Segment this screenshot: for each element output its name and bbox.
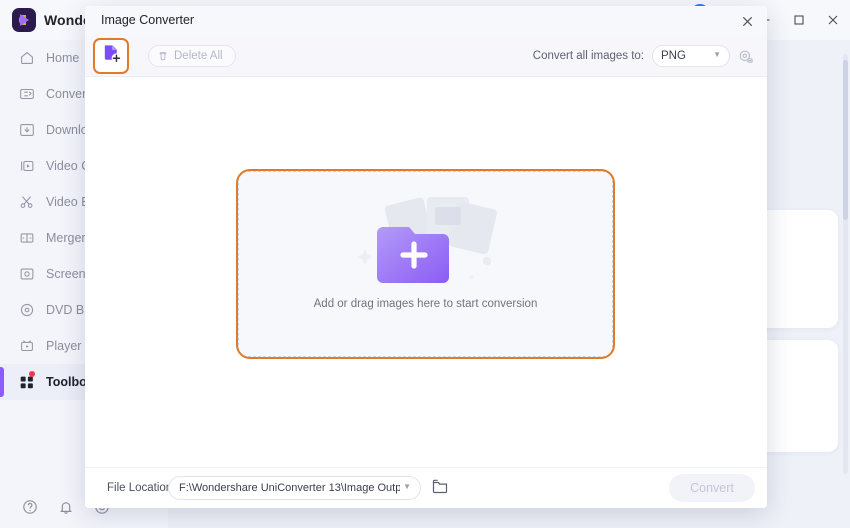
file-location-select[interactable]: F:\Wondershare UniConverter 13\Image Out… — [168, 476, 421, 500]
scissors-icon — [18, 193, 36, 211]
window-maximize-button[interactable] — [782, 0, 816, 40]
file-location-value: F:\Wondershare UniConverter 13\Image Out… — [179, 482, 400, 494]
add-file-button[interactable] — [93, 38, 129, 74]
folder-icon — [431, 477, 451, 495]
dialog-title: Image Converter — [101, 13, 195, 27]
delete-all-label: Delete All — [174, 50, 223, 62]
trash-icon — [157, 50, 169, 62]
output-format-value: PNG — [661, 50, 686, 62]
download-icon — [18, 121, 36, 139]
image-dropzone[interactable]: Add or drag images here to start convers… — [238, 171, 613, 357]
convert-button-label: Convert — [690, 481, 734, 495]
settings-gear-icon[interactable] — [738, 49, 753, 64]
delete-all-button[interactable]: Delete All — [148, 45, 236, 67]
folder-plus-icon — [239, 194, 612, 284]
browse-folder-button[interactable] — [431, 477, 451, 497]
bell-icon[interactable] — [58, 499, 74, 515]
converter-icon — [18, 85, 36, 103]
sidebar-item-label: Player — [46, 339, 82, 353]
add-file-icon — [101, 43, 122, 69]
dialog-toolbar: Delete All Convert all images to: PNG ▼ — [85, 36, 767, 77]
toolbox-badge-dot — [29, 371, 35, 377]
output-format-select[interactable]: PNG ▼ — [652, 45, 730, 67]
page-scrollbar-thumb[interactable] — [843, 60, 848, 220]
dialog-footer: File Location: F:\Wondershare UniConvert… — [85, 467, 767, 508]
chevron-down-icon: ▼ — [403, 482, 411, 491]
sidebar-item-label: Merger — [46, 231, 86, 245]
dialog-header: Image Converter — [85, 6, 767, 36]
dialog-body: Add or drag images here to start convers… — [85, 77, 767, 467]
window-close-button[interactable] — [816, 0, 850, 40]
convert-button[interactable]: Convert — [669, 474, 755, 502]
wondershare-logo-icon — [12, 8, 36, 32]
image-converter-dialog: Image Converter Delete All Convert all i… — [85, 6, 767, 508]
file-location-label: File Location: — [107, 482, 176, 494]
video-compress-icon — [18, 157, 36, 175]
disc-icon — [18, 301, 36, 319]
close-icon[interactable] — [733, 8, 761, 34]
sidebar-item-label: Home — [46, 51, 80, 65]
convert-all-label: Convert all images to: — [532, 50, 644, 62]
screen-record-icon — [18, 265, 36, 283]
convert-all-to-row: Convert all images to: PNG ▼ — [533, 45, 753, 67]
help-icon[interactable] — [22, 499, 38, 515]
merge-icon — [18, 229, 36, 247]
chevron-down-icon: ▼ — [713, 50, 721, 59]
player-icon — [18, 337, 36, 355]
dropzone-hint-text: Add or drag images here to start convers… — [313, 298, 538, 310]
home-icon — [18, 49, 36, 67]
